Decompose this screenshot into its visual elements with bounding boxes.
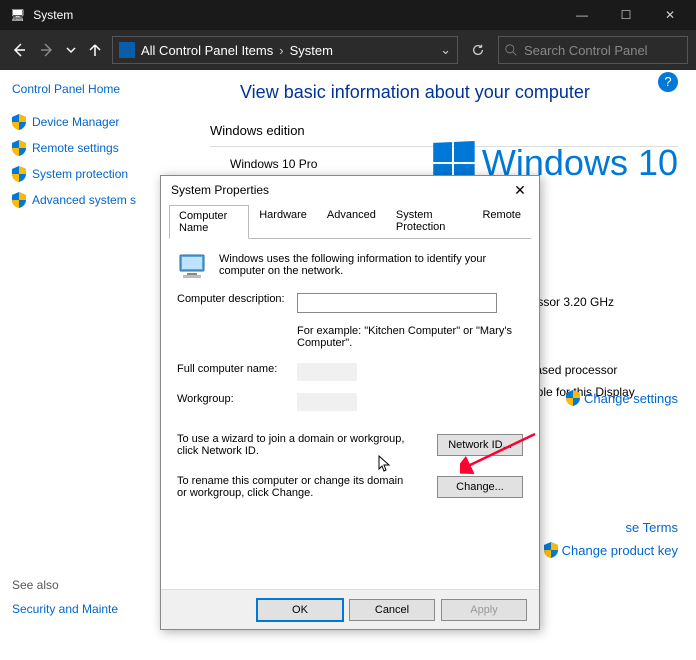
full-computer-name-label: Full computer name: (177, 363, 287, 375)
change-button[interactable]: Change... (437, 476, 523, 498)
dialog-button-row: OK Cancel Apply (161, 589, 539, 629)
processor-value: ocessor 3.20 GHz (518, 295, 678, 309)
network-id-button[interactable]: Network ID... (437, 434, 523, 456)
title-icon: 🖥 (10, 8, 25, 22)
recent-dropdown[interactable] (64, 39, 78, 61)
tab-remote[interactable]: Remote (472, 204, 531, 238)
full-computer-name-value (297, 363, 357, 381)
tab-advanced[interactable]: Advanced (317, 204, 386, 238)
back-button[interactable] (8, 39, 30, 61)
close-button[interactable]: ✕ (648, 0, 692, 30)
sidebar-item-label: System protection (32, 167, 128, 181)
up-button[interactable] (84, 39, 106, 61)
network-id-text: To use a wizard to join a domain or work… (177, 433, 407, 457)
ok-button[interactable]: OK (257, 599, 343, 621)
computer-description-input[interactable] (297, 293, 497, 313)
breadcrumb-sep: › (279, 43, 283, 58)
sidebar-item-label: Remote settings (32, 141, 119, 155)
dialog-tabs: Computer Name Hardware Advanced System P… (169, 204, 531, 239)
tab-hardware[interactable]: Hardware (249, 204, 317, 238)
section-heading: Windows edition (210, 123, 678, 138)
shield-icon (12, 192, 26, 208)
dialog-title-bar: System Properties ✕ (161, 176, 539, 204)
sidebar-item-device-manager[interactable]: Device Manager (12, 114, 180, 130)
computer-description-hint: For example: "Kitchen Computer" or "Mary… (297, 325, 523, 349)
sidebar-item-remote-settings[interactable]: Remote settings (12, 140, 180, 156)
cancel-button[interactable]: Cancel (349, 599, 435, 621)
link-label: Change settings (584, 391, 678, 406)
page-title: View basic information about your comput… (240, 82, 678, 103)
search-icon (505, 44, 518, 57)
tab-computer-name[interactable]: Computer Name (169, 205, 249, 239)
nav-bar: All Control Panel Items › System ⌄ Searc… (0, 30, 696, 70)
change-text: To rename this computer or change its do… (177, 475, 407, 499)
sidebar-item-label: Device Manager (32, 115, 119, 129)
link-label: Change product key (562, 543, 678, 558)
sidebar-item-advanced-settings[interactable]: Advanced system s (12, 192, 180, 208)
minimize-button[interactable]: — (560, 0, 604, 30)
window-title: System (33, 8, 73, 22)
dialog-title: System Properties (171, 183, 269, 197)
apply-button[interactable]: Apply (441, 599, 527, 621)
shield-icon (12, 166, 26, 182)
shield-icon (566, 390, 580, 406)
system-properties-dialog: System Properties ✕ Computer Name Hardwa… (160, 175, 540, 630)
dialog-close-button[interactable]: ✕ (507, 180, 533, 200)
system-type-value: 4-based processor (518, 363, 678, 377)
shield-icon (544, 542, 558, 558)
see-also-heading: See also (12, 578, 180, 592)
breadcrumb[interactable]: All Control Panel Items › System ⌄ (112, 36, 458, 64)
breadcrumb-item[interactable]: All Control Panel Items (141, 43, 273, 58)
license-terms-link[interactable]: se Terms (626, 520, 679, 535)
computer-icon (177, 253, 209, 281)
search-input[interactable]: Search Control Panel (498, 36, 688, 64)
tab-system-protection[interactable]: System Protection (386, 204, 473, 238)
breadcrumb-dropdown-icon[interactable]: ⌄ (440, 42, 451, 58)
computer-description-label: Computer description: (177, 293, 287, 305)
workgroup-label: Workgroup: (177, 393, 287, 405)
dialog-description: Windows uses the following information t… (219, 253, 523, 277)
location-icon (119, 42, 135, 58)
window-title-bar: 🖥 System — ☐ ✕ (0, 0, 696, 30)
maximize-button[interactable]: ☐ (604, 0, 648, 30)
control-panel-home-link[interactable]: Control Panel Home (12, 82, 180, 96)
change-product-key-link[interactable]: Change product key (544, 542, 678, 558)
refresh-button[interactable] (464, 36, 492, 64)
sidebar-item-system-protection[interactable]: System protection (12, 166, 180, 182)
sidebar-item-security[interactable]: Security and Mainte (12, 602, 180, 616)
help-icon[interactable]: ? (658, 72, 678, 92)
search-placeholder: Search Control Panel (524, 43, 648, 58)
workgroup-value (297, 393, 357, 411)
shield-icon (12, 114, 26, 130)
shield-icon (12, 140, 26, 156)
sidebar-item-label: Advanced system s (32, 193, 136, 207)
change-settings-link[interactable]: Change settings (566, 390, 678, 406)
breadcrumb-item[interactable]: System (290, 43, 333, 58)
forward-button[interactable] (36, 39, 58, 61)
